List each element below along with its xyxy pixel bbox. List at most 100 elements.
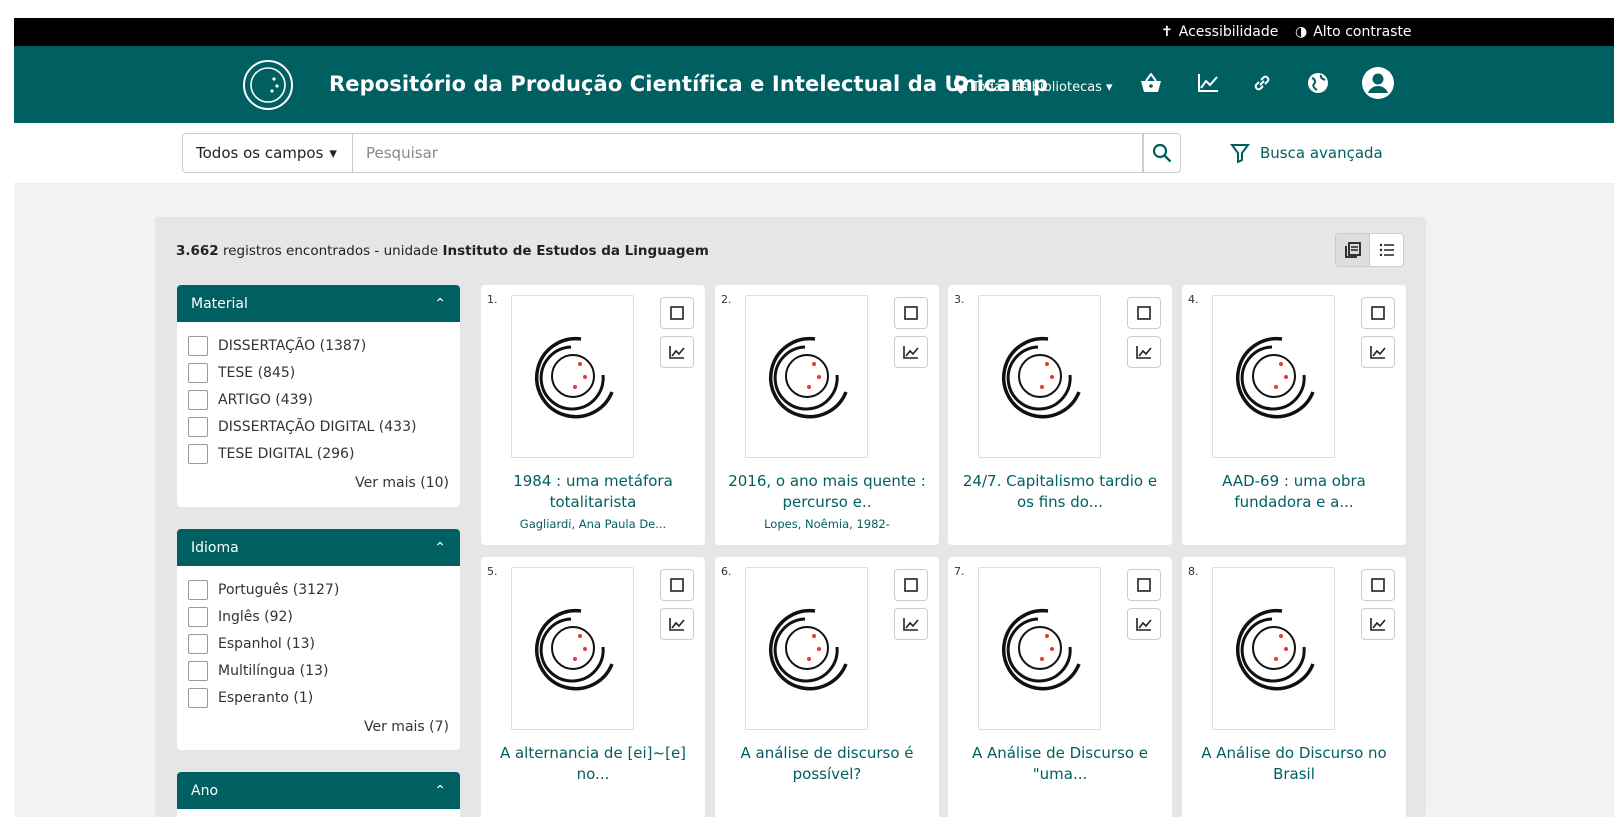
user-icon[interactable]	[1361, 66, 1395, 100]
unicamp-logo-icon	[768, 608, 848, 690]
chart-icon[interactable]	[1195, 70, 1221, 96]
accessibility-bar: ✝ Acessibilidade ◑ Alto contraste	[14, 18, 1614, 46]
checkbox[interactable]	[188, 443, 208, 464]
filter-icon	[1230, 144, 1250, 163]
unicamp-logo-icon	[1235, 336, 1315, 418]
caret-down-icon: ▾	[1105, 79, 1113, 95]
card-title[interactable]: 24/7. Capitalismo tardio e os fins do...	[954, 471, 1166, 513]
metrics-button[interactable]	[1361, 336, 1395, 368]
cover-thumbnail[interactable]	[745, 567, 868, 730]
select-checkbox[interactable]	[660, 297, 694, 329]
chart-icon	[903, 618, 919, 631]
link-icon[interactable]	[1249, 70, 1275, 96]
cover-thumbnail[interactable]	[1212, 567, 1335, 730]
facet-ano: Ano ⌃	[177, 772, 460, 817]
chevron-up-icon: ⌃	[434, 539, 446, 556]
cover-thumbnail[interactable]	[511, 295, 634, 458]
card-author[interactable]: Lopes, Noêmia, 1982-	[721, 517, 933, 531]
search-input[interactable]: Pesquisar	[353, 133, 1143, 173]
search-field-select[interactable]: Todos os campos ▾	[182, 133, 353, 173]
facet-header[interactable]: Idioma ⌃	[177, 529, 460, 566]
facet-option[interactable]: Inglês (92)	[188, 603, 460, 630]
select-checkbox[interactable]	[894, 569, 928, 601]
metrics-button[interactable]	[1127, 336, 1161, 368]
result-card[interactable]: 1. 1984 : uma metáfora totalitarista Gag…	[481, 285, 705, 545]
chevron-up-icon: ⌃	[434, 782, 446, 799]
facet-option[interactable]: Multilíngua (13)	[188, 657, 460, 684]
facet-option[interactable]: DISSERTAÇÃO DIGITAL (433)	[188, 413, 460, 440]
metrics-button[interactable]	[660, 336, 694, 368]
result-card[interactable]: 2. 2016, o ano mais quente : percurso e.…	[715, 285, 939, 545]
result-card[interactable]: 8. A Análise do Discurso no Brasil	[1182, 557, 1406, 817]
basket-icon[interactable]	[1138, 70, 1164, 96]
chart-icon	[903, 346, 919, 359]
select-checkbox[interactable]	[1127, 297, 1161, 329]
see-more-link[interactable]: Ver mais (7)	[177, 719, 460, 735]
checkbox[interactable]	[188, 660, 208, 681]
library-selector[interactable]: Todas as bibliotecas ▾	[954, 76, 1113, 98]
grid-view-button[interactable]	[1336, 234, 1370, 266]
facet-header[interactable]: Ano ⌃	[177, 772, 460, 809]
results-summary: 3.662 registros encontrados - unidade In…	[176, 243, 709, 259]
checkbox[interactable]	[188, 362, 208, 383]
facet-option[interactable]: Esperanto (1)	[188, 684, 460, 711]
grid-view-icon	[1344, 242, 1361, 258]
card-title[interactable]: 2016, o ano mais quente : percurso e..	[721, 471, 933, 513]
checkbox[interactable]	[188, 335, 208, 356]
select-checkbox[interactable]	[1127, 569, 1161, 601]
metrics-button[interactable]	[660, 608, 694, 640]
checkbox[interactable]	[188, 389, 208, 410]
facet-option[interactable]: Português (3127)	[188, 576, 460, 603]
card-title[interactable]: AAD-69 : uma obra fundadora e a...	[1188, 471, 1400, 513]
facet-option[interactable]: Espanhol (13)	[188, 630, 460, 657]
result-card[interactable]: 4. AAD-69 : uma obra fundadora e a...	[1182, 285, 1406, 545]
facet-option[interactable]: TESE (845)	[188, 359, 460, 386]
facet-header[interactable]: Material ⌃	[177, 285, 460, 322]
accessibility-icon: ✝	[1161, 24, 1173, 40]
search-button[interactable]	[1143, 133, 1181, 173]
globe-icon[interactable]	[1305, 70, 1331, 96]
metrics-button[interactable]	[894, 608, 928, 640]
result-card[interactable]: 5. A alternancia de [ei]~[e] no...	[481, 557, 705, 817]
site-title[interactable]: Repositório da Produção Científica e Int…	[329, 72, 1048, 96]
card-author[interactable]: Gagliardi, Ana Paula De...	[487, 517, 699, 531]
facet-option[interactable]: TESE DIGITAL (296)	[188, 440, 460, 467]
metrics-button[interactable]	[1127, 608, 1161, 640]
card-title[interactable]: A alternancia de [ei]~[e] no...	[487, 743, 699, 785]
checkbox[interactable]	[188, 416, 208, 437]
accessibility-link[interactable]: ✝ Acessibilidade	[1161, 24, 1278, 40]
unicamp-logo[interactable]	[240, 57, 296, 113]
select-checkbox[interactable]	[1361, 297, 1395, 329]
advanced-search-link[interactable]: Busca avançada	[1230, 143, 1383, 163]
high-contrast-link[interactable]: ◑ Alto contraste	[1295, 24, 1412, 40]
result-card[interactable]: 3. 24/7. Capitalismo tardio e os fins do…	[948, 285, 1172, 545]
select-checkbox[interactable]	[660, 569, 694, 601]
metrics-button[interactable]	[894, 336, 928, 368]
result-card[interactable]: 7. A Análise de Discurso e "uma...	[948, 557, 1172, 817]
list-view-button[interactable]	[1370, 234, 1403, 266]
cover-thumbnail[interactable]	[1212, 295, 1335, 458]
select-checkbox[interactable]	[1361, 569, 1395, 601]
contrast-icon: ◑	[1295, 24, 1308, 40]
cover-thumbnail[interactable]	[978, 295, 1101, 458]
select-checkbox[interactable]	[894, 297, 928, 329]
unicamp-logo-icon	[534, 608, 614, 690]
facet-option[interactable]: DISSERTAÇÃO (1387)	[188, 332, 460, 359]
cover-thumbnail[interactable]	[511, 567, 634, 730]
card-title[interactable]: A análise de discurso é possível?	[721, 743, 933, 785]
checkbox[interactable]	[188, 579, 208, 600]
metrics-button[interactable]	[1361, 608, 1395, 640]
card-title[interactable]: A Análise do Discurso no Brasil	[1188, 743, 1400, 785]
card-title[interactable]: 1984 : uma metáfora totalitarista	[487, 471, 699, 513]
checkbox[interactable]	[188, 606, 208, 627]
site-header: Repositório da Produção Científica e Int…	[14, 46, 1614, 123]
checkbox-square-icon	[670, 578, 684, 592]
cover-thumbnail[interactable]	[745, 295, 868, 458]
result-card[interactable]: 6. A análise de discurso é possível?	[715, 557, 939, 817]
see-more-link[interactable]: Ver mais (10)	[177, 475, 460, 491]
card-title[interactable]: A Análise de Discurso e "uma...	[954, 743, 1166, 785]
checkbox[interactable]	[188, 687, 208, 708]
facet-option[interactable]: ARTIGO (439)	[188, 386, 460, 413]
cover-thumbnail[interactable]	[978, 567, 1101, 730]
checkbox[interactable]	[188, 633, 208, 654]
